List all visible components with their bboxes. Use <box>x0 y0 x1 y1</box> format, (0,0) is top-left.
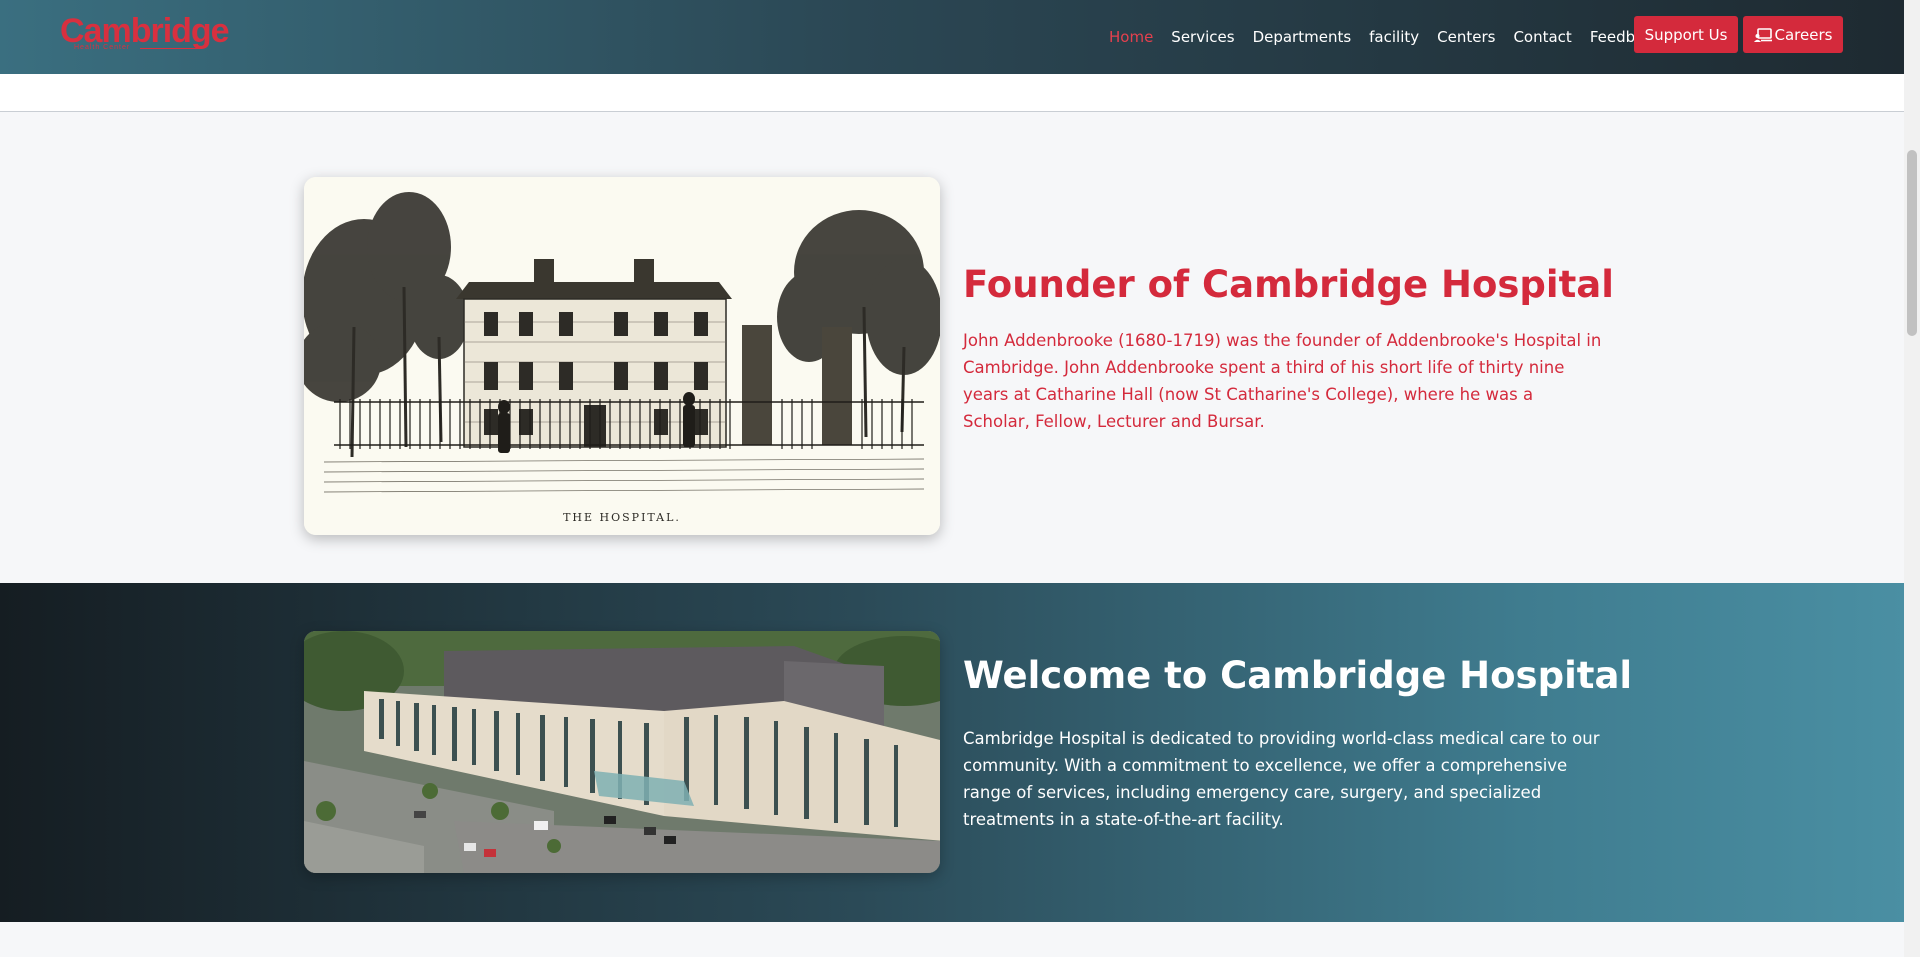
welcome-title: Welcome to Cambridge Hospital <box>963 654 1633 697</box>
navbar: Cambridge Health Center Home Services De… <box>0 0 1904 74</box>
nav-link-departments[interactable]: Departments <box>1244 22 1361 52</box>
founder-text: John Addenbrooke (1680-1719) was the fou… <box>963 331 1602 431</box>
vertical-scrollbar[interactable] <box>1904 0 1920 957</box>
support-us-label: Support Us <box>1644 25 1728 44</box>
nav-link-facility[interactable]: facility <box>1360 22 1428 52</box>
laptop-user-icon <box>1753 27 1772 42</box>
nav-link-contact[interactable]: Contact <box>1504 22 1580 52</box>
nav-link-services[interactable]: Services <box>1162 22 1243 52</box>
logo-divider <box>140 48 202 49</box>
modern-hospital-aerial-photo <box>304 631 940 873</box>
welcome-text: Cambridge Hospital is dedicated to provi… <box>963 729 1600 829</box>
careers-label: Careers <box>1774 25 1833 44</box>
nav-link-centers[interactable]: Centers <box>1428 22 1504 52</box>
welcome-section: Welcome to Cambridge Hospital Cambridge … <box>0 583 1904 922</box>
scrollbar-thumb[interactable] <box>1907 150 1917 336</box>
header-spacer <box>0 74 1904 112</box>
support-us-button[interactable]: Support Us <box>1634 16 1738 53</box>
historic-hospital-engraving <box>304 177 940 535</box>
logo[interactable]: Cambridge Health Center <box>60 12 230 56</box>
founder-hospital-image: THE HOSPITAL. <box>304 177 940 535</box>
founder-title: Founder of Cambridge Hospital <box>963 263 1614 306</box>
modern-hospital-image <box>304 631 940 873</box>
image-caption: THE HOSPITAL. <box>563 511 681 524</box>
next-section-start <box>0 922 1904 957</box>
logo-subtitle: Health Center <box>74 44 131 51</box>
nav-links: Home Services Departments facility Cente… <box>1100 22 1670 52</box>
nav-link-home[interactable]: Home <box>1100 22 1162 52</box>
careers-button[interactable]: Careers <box>1743 16 1843 53</box>
founder-section: THE HOSPITAL. Founder of Cambridge Hospi… <box>0 112 1904 583</box>
